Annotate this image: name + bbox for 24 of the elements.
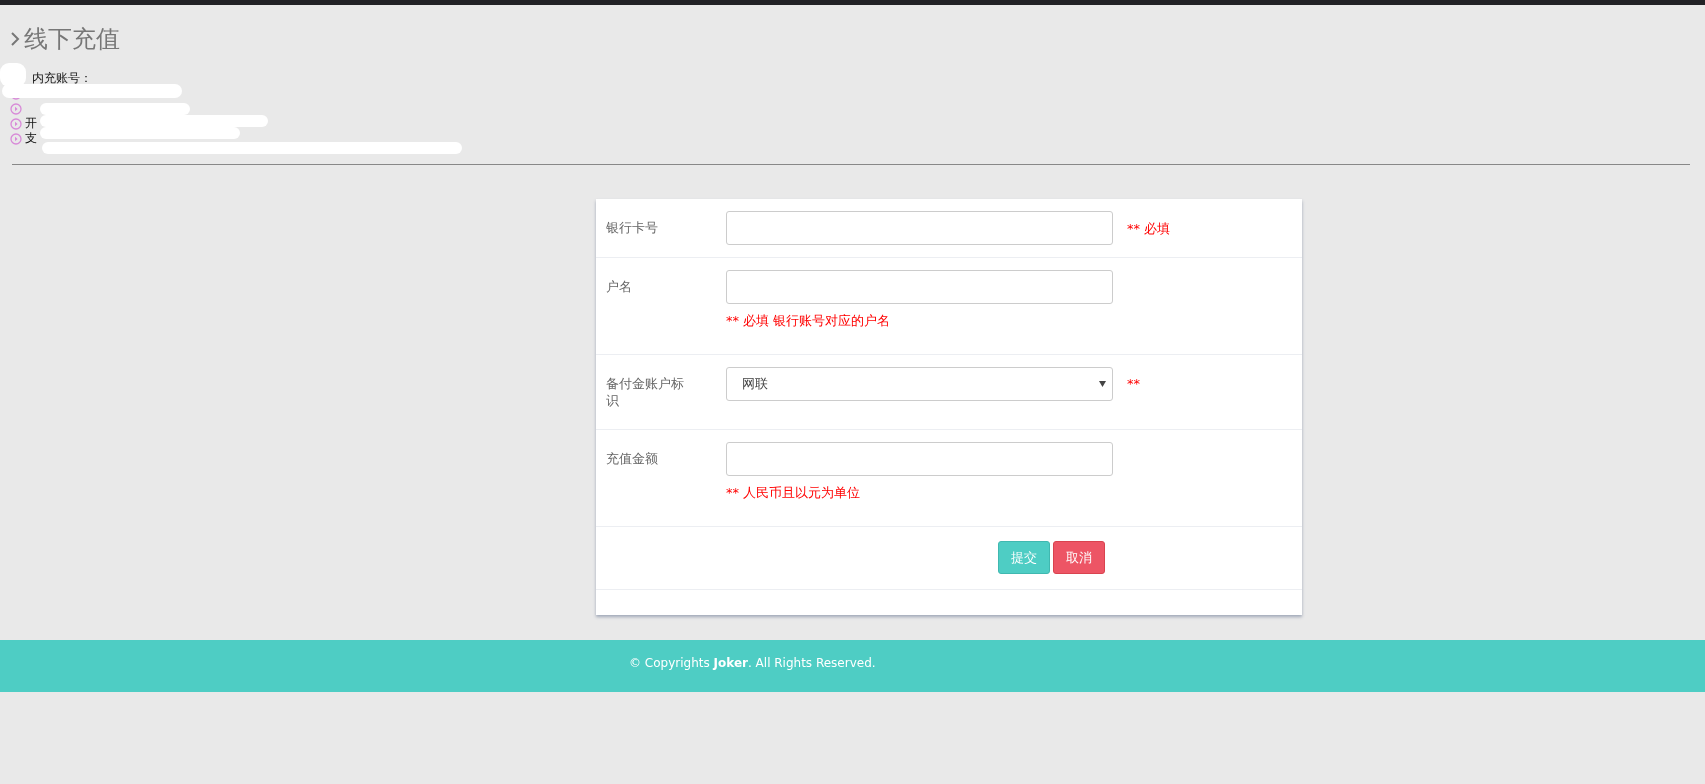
hint-text: ** 必填 银行账号对应的户名 bbox=[726, 312, 892, 330]
play-circle-icon bbox=[10, 132, 22, 145]
list-text: 开 bbox=[25, 116, 37, 131]
submit-button[interactable]: 提交 bbox=[998, 541, 1050, 574]
caret-icon bbox=[1099, 381, 1106, 387]
play-circle-icon bbox=[10, 102, 22, 115]
hint-text: ** 人民币且以元为单位 bbox=[726, 484, 862, 502]
field-label: 备付金账户标识 bbox=[606, 375, 685, 409]
cancel-button[interactable]: 取消 bbox=[1053, 541, 1105, 574]
input-field[interactable] bbox=[726, 270, 1113, 304]
field-label: 充值金额 bbox=[606, 450, 659, 467]
copyright-text: © Copyrights Joker. All Rights Reserved. bbox=[629, 656, 876, 670]
account-label: 内充账号： bbox=[32, 71, 92, 85]
hint-text: ** bbox=[1127, 375, 1141, 391]
hint-text: ** 必填 bbox=[1127, 220, 1172, 238]
play-circle-icon bbox=[10, 117, 22, 130]
input-field[interactable] bbox=[726, 211, 1113, 245]
field-label: 银行卡号 bbox=[606, 219, 659, 236]
input-field[interactable] bbox=[726, 442, 1113, 476]
chevron-icon bbox=[10, 31, 20, 47]
page-title: 线下充值 bbox=[24, 24, 120, 55]
select-dropdown[interactable]: 网联 bbox=[726, 367, 1113, 401]
list-text: 支 bbox=[25, 131, 37, 146]
field-label: 户名 bbox=[606, 278, 633, 295]
